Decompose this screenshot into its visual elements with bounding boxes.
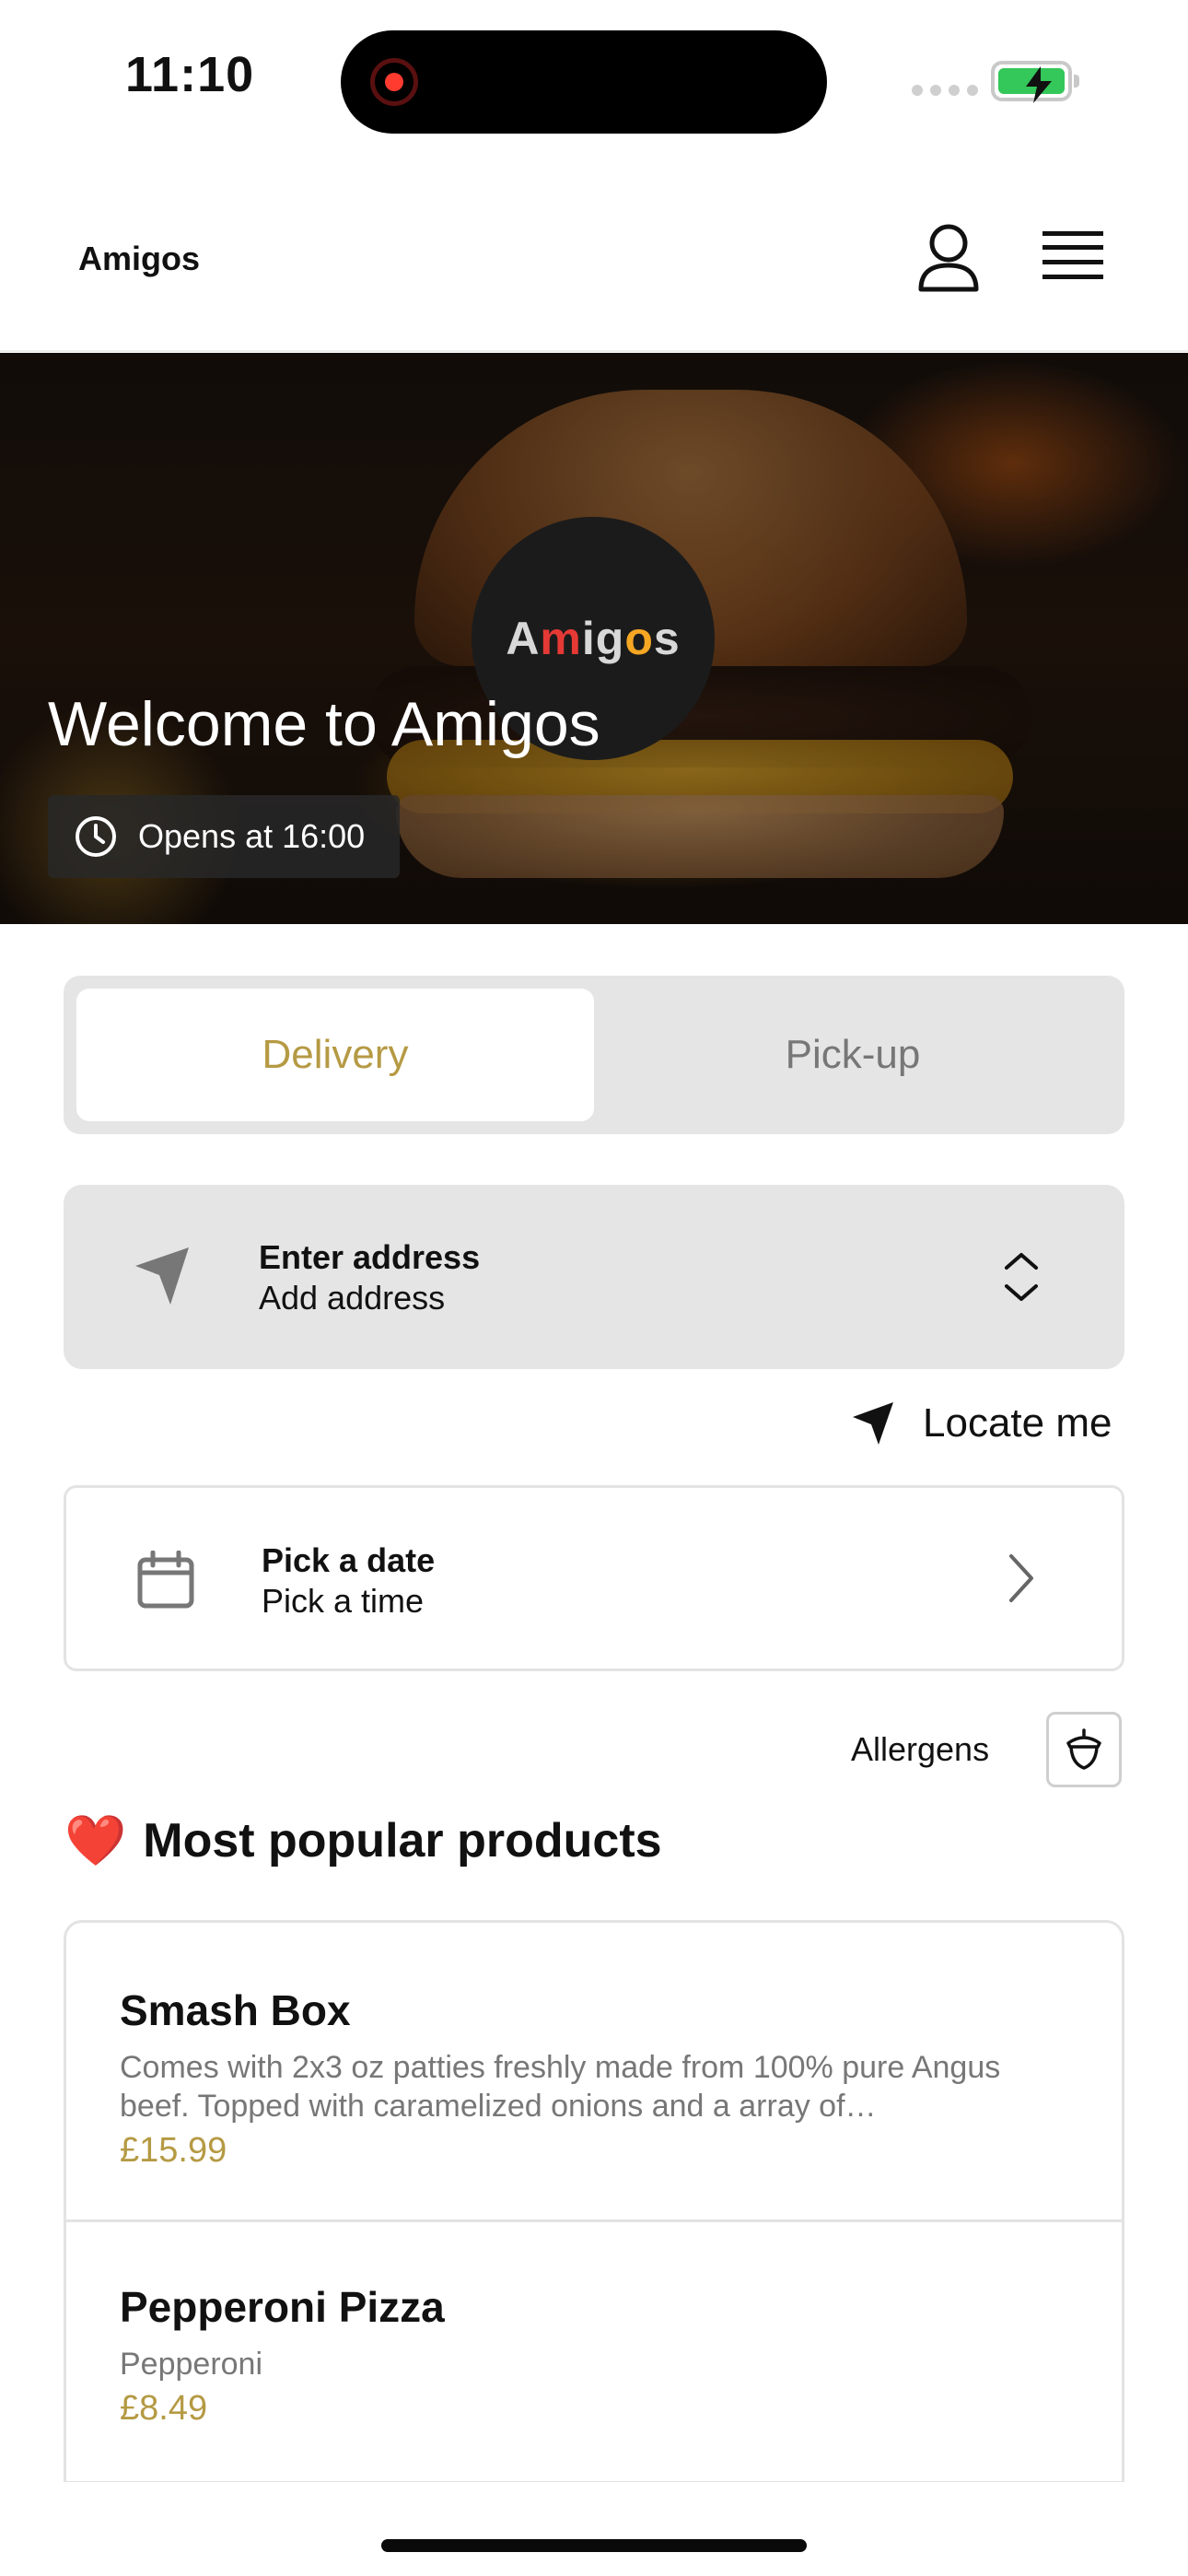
locate-me-button[interactable]: Locate me — [851, 1400, 1112, 1446]
hamburger-menu-icon — [1042, 231, 1103, 279]
opening-hours-badge: Opens at 16:00 — [48, 795, 400, 878]
brand-name[interactable]: Amigos — [78, 240, 200, 278]
product-price: £8.49 — [120, 2389, 208, 2428]
clock-icon — [76, 816, 116, 857]
allergens-button[interactable] — [1046, 1712, 1122, 1787]
welcome-title: Welcome to Amigos — [48, 689, 600, 759]
product-name: Pepperoni Pizza — [120, 2283, 445, 2331]
location-arrow-icon — [135, 1247, 189, 1305]
allergens-label: Allergens — [851, 1730, 990, 1768]
divider — [66, 2219, 1122, 2222]
schedule-title: Pick a date — [262, 1541, 436, 1579]
battery-charging-icon — [991, 61, 1079, 103]
schedule-selector[interactable]: Pick a date Pick a time — [64, 1485, 1124, 1671]
calendar-icon — [137, 1551, 194, 1609]
opening-hours-text: Opens at 16:00 — [138, 817, 366, 855]
product-card-smash-box[interactable]: Smash Box Comes with 2x3 oz patties fres… — [66, 1985, 1122, 2221]
screen-recording-icon — [370, 58, 418, 106]
status-bar: 11:10 — [0, 0, 1188, 157]
schedule-subtitle: Pick a time — [262, 1582, 425, 1620]
product-description: Pepperoni — [120, 2347, 263, 2382]
hero-banner: Amigos Welcome to Amigos Opens at 16:00 — [0, 353, 1188, 924]
acorn-allergen-icon — [1066, 1728, 1101, 1770]
product-description: Comes with 2x3 oz patties freshly made f… — [120, 2050, 1001, 2124]
product-name: Smash Box — [120, 1986, 351, 2034]
popular-products-heading: ❤️ Most popular products — [64, 1811, 662, 1870]
heart-icon: ❤️ — [64, 1811, 127, 1869]
address-title: Enter address — [259, 1238, 481, 1276]
cellular-signal-icon — [912, 85, 978, 96]
product-card-pepperoni-pizza[interactable]: Pepperoni Pizza Pepperoni £8.49 — [66, 2282, 1122, 2429]
locate-me-label: Locate me — [923, 1400, 1112, 1446]
address-subtitle: Add address — [259, 1279, 446, 1317]
divider — [66, 2481, 1122, 2482]
user-icon — [918, 224, 979, 292]
home-indicator[interactable] — [381, 2539, 807, 2552]
tab-pickup[interactable]: Pick-up — [594, 989, 1112, 1121]
chevron-right-icon — [1009, 1554, 1033, 1602]
address-selector[interactable]: Enter address Add address — [64, 1185, 1124, 1369]
dynamic-island — [341, 30, 827, 134]
chevron-up-down-icon — [1005, 1253, 1038, 1301]
order-mode-toggle: Delivery Pick-up — [64, 976, 1124, 1134]
status-time: 11:10 — [125, 47, 255, 102]
app-header: Amigos — [0, 157, 1188, 352]
tab-delivery[interactable]: Delivery — [76, 989, 594, 1121]
menu-button[interactable] — [1042, 228, 1103, 284]
popular-products-list: Smash Box Comes with 2x3 oz patties fres… — [64, 1920, 1124, 2482]
location-arrow-icon — [853, 1402, 893, 1445]
popular-products-title: Most popular products — [143, 1814, 662, 1868]
profile-button[interactable] — [916, 223, 981, 293]
product-price: £15.99 — [120, 2131, 227, 2170]
